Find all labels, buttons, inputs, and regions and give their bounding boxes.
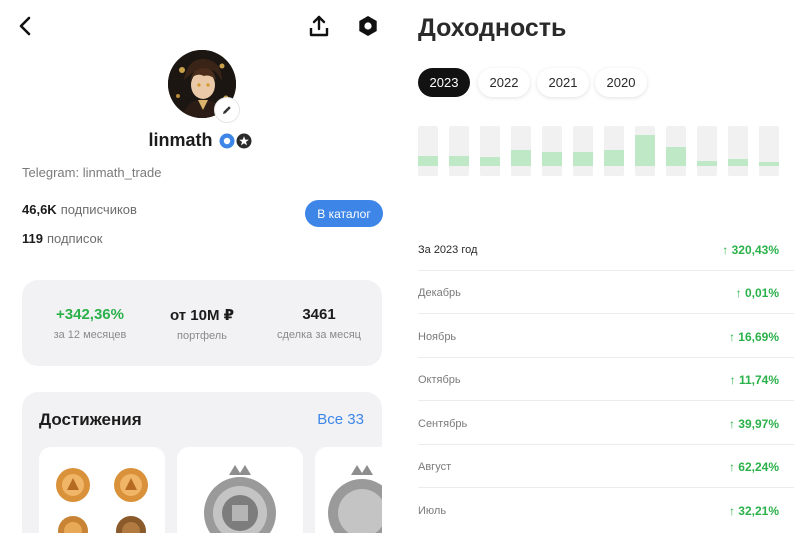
stat-trades: 3461 сделка за месяц — [260, 306, 378, 341]
achievement-tile[interactable] — [315, 447, 382, 533]
returns-row-month[interactable]: Сентябрь ↑ 39,97% — [418, 402, 794, 445]
achievements-all-link[interactable]: Все 33 — [317, 411, 364, 428]
silver-medal-icon — [328, 465, 382, 533]
bar-mark — [511, 150, 531, 166]
stat-trades-label: сделка за месяц — [277, 329, 361, 341]
telegram-handle[interactable]: Telegram: linmath_trade — [22, 165, 161, 180]
edit-avatar-button[interactable] — [214, 97, 240, 123]
star-badge-icon — [236, 133, 251, 148]
achievements-title: Достижения — [39, 410, 142, 429]
pencil-icon — [223, 106, 231, 114]
username-row: linmath — [0, 130, 400, 151]
row-label: Сентябрь — [418, 418, 468, 430]
row-value: ↑ 32,21% — [728, 504, 779, 518]
bronze-medal-icon — [56, 468, 148, 533]
stat-portfolio-label: портфель — [177, 330, 227, 342]
bar-track — [542, 126, 562, 176]
verified-badge-icon — [219, 133, 234, 148]
stat-return: +342,36% за 12 месяцев — [30, 306, 150, 341]
returns-row-month[interactable]: Июль ↑ 32,21% — [418, 489, 794, 532]
bar-track — [635, 126, 655, 176]
bar-mark — [480, 157, 500, 166]
bar-track — [511, 126, 531, 176]
returns-row-month[interactable]: Ноябрь ↑ 16,69% — [418, 315, 794, 358]
row-label: Август — [418, 461, 452, 473]
bar-track — [666, 126, 686, 176]
following[interactable]: 119 подписок — [22, 231, 102, 246]
bar-mark — [635, 135, 655, 166]
row-value: ↑ 62,24% — [728, 460, 779, 474]
row-label: Октябрь — [418, 374, 461, 386]
following-count: 119 — [22, 231, 43, 246]
stat-portfolio: от 10М ₽ портфель — [154, 306, 250, 342]
returns-title: Доходность — [418, 14, 567, 42]
silver-medal-icon — [204, 465, 276, 533]
bar-mark — [542, 152, 562, 166]
bar-mark — [449, 156, 469, 166]
stat-portfolio-value: от 10М ₽ — [169, 307, 235, 324]
row-label: Июль — [418, 505, 447, 517]
bar-track — [697, 126, 717, 176]
stat-trades-value: 3461 — [302, 306, 336, 323]
profile-panel: linmath Telegram: linmath_trade 46,6K под… — [0, 0, 400, 533]
bar-track — [418, 126, 438, 176]
bar-mark — [728, 159, 748, 166]
row-label: Декабрь — [418, 287, 461, 299]
catalog-button[interactable]: В каталог — [305, 200, 383, 227]
subscribers[interactable]: 46,6K подписчиков — [22, 202, 137, 217]
achievement-tile[interactable] — [39, 447, 165, 533]
back-button[interactable] — [14, 14, 36, 38]
username: linmath — [148, 130, 213, 150]
badges — [219, 133, 252, 149]
bar-track — [604, 126, 624, 176]
bar-track — [573, 126, 593, 176]
settings-button[interactable] — [356, 14, 380, 38]
year-tab-2022[interactable]: 2022 — [478, 68, 530, 97]
stat-return-label: за 12 месяцев — [53, 329, 127, 341]
achievements-card: Достижения Все 33 — [22, 392, 382, 533]
returns-row-year[interactable]: За 2023 год ↑ 320,43% — [418, 228, 794, 271]
subscribers-label: подписчиков — [60, 202, 137, 217]
year-tab-2021[interactable]: 2021 — [537, 68, 589, 97]
bar-mark — [418, 156, 438, 166]
bar-mark — [759, 162, 779, 166]
row-value: ↑ 0,01% — [735, 286, 779, 300]
row-label: Ноябрь — [418, 331, 457, 343]
returns-row-month[interactable]: Август ↑ 62,24% — [418, 445, 794, 488]
achievement-tile[interactable] — [177, 447, 303, 533]
returns-panel: Доходность 2023 2022 2021 2020 За 2023 г… — [400, 0, 800, 533]
following-label: подписок — [46, 231, 103, 246]
bar-track — [449, 126, 469, 176]
row-value: ↑ 16,69% — [728, 330, 779, 344]
stat-return-value: +342,36% — [56, 306, 124, 323]
returns-row-month[interactable]: Декабрь ↑ 0,01% — [418, 271, 794, 314]
share-icon — [309, 15, 329, 37]
bar-track — [759, 126, 779, 176]
share-button[interactable] — [308, 14, 330, 38]
row-value: ↑ 11,74% — [729, 373, 779, 387]
year-tab-2020[interactable]: 2020 — [595, 68, 647, 97]
settings-icon — [359, 16, 377, 36]
bar-mark — [697, 161, 717, 166]
returns-row-month[interactable]: Октябрь ↑ 11,74% — [418, 358, 794, 401]
bar-mark — [573, 152, 593, 166]
monthly-bars-chart — [418, 126, 782, 176]
row-value: ↑ 39,97% — [728, 417, 779, 431]
row-value: ↑ 320,43% — [722, 243, 779, 257]
stats-card: +342,36% за 12 месяцев от 10М ₽ портфель… — [22, 280, 382, 366]
bar-mark — [666, 147, 686, 166]
subscribers-count: 46,6K — [22, 202, 57, 217]
chevron-left-icon — [19, 16, 31, 36]
bar-track — [728, 126, 748, 176]
year-tab-2023[interactable]: 2023 — [418, 68, 470, 97]
bar-mark — [604, 150, 624, 166]
bar-track — [480, 126, 500, 176]
row-label: За 2023 год — [418, 244, 478, 256]
